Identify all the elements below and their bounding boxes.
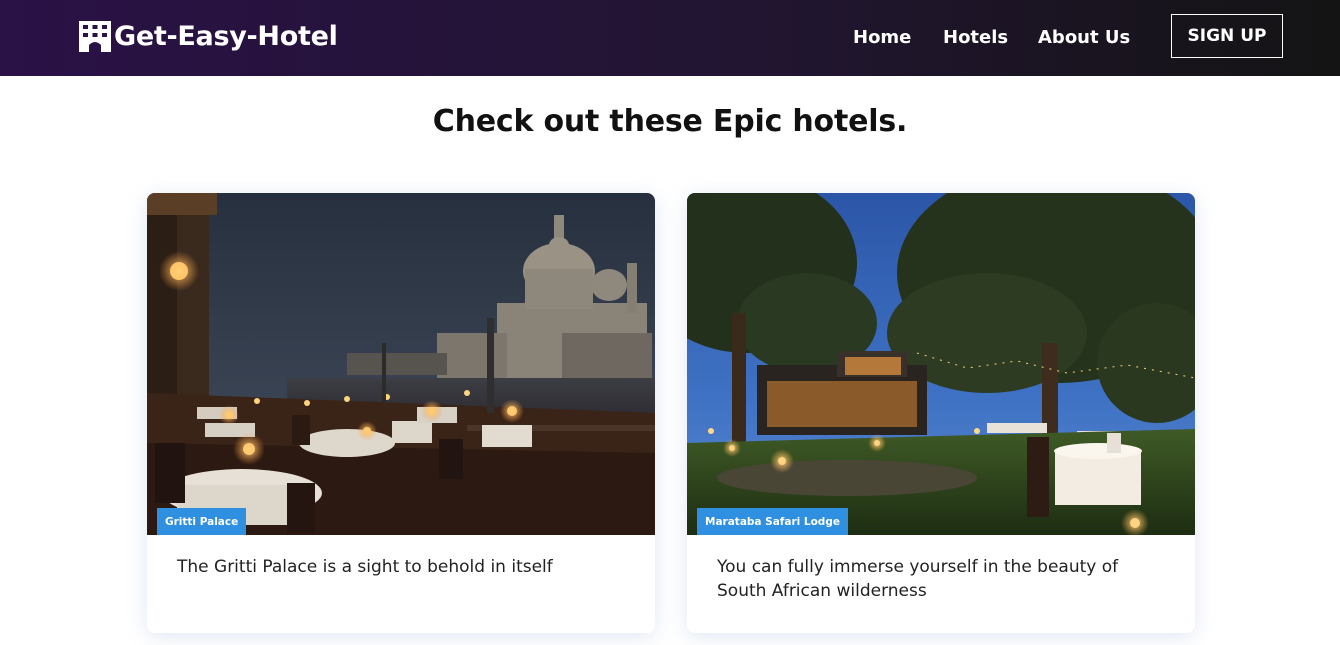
- nav-link-about-us[interactable]: About Us: [1038, 26, 1130, 50]
- brand-logo-link[interactable]: Get-Easy-Hotel: [78, 18, 338, 54]
- brand-name: Get-Easy-Hotel: [114, 20, 338, 52]
- hotel-photo-safari-lodge: [687, 193, 1195, 535]
- hotel-card-marataba-safari-lodge[interactable]: Marataba Safari Lodge You can fully imme…: [687, 193, 1195, 633]
- hotel-description: You can fully immerse yourself in the be…: [717, 557, 1119, 601]
- navbar: Get-Easy-Hotel Home Hotels About Us SIGN…: [0, 0, 1340, 76]
- hotel-photo-venice: [147, 193, 655, 535]
- hotel-card-gritti-palace[interactable]: Gritti Palace The Gritti Palace is a sig…: [147, 193, 655, 633]
- hotel-building-icon: [79, 21, 111, 52]
- hotel-name-tag: Gritti Palace: [157, 508, 247, 535]
- hotel-description: The Gritti Palace is a sight to behold i…: [177, 557, 553, 577]
- sign-up-button[interactable]: SIGN UP: [1171, 14, 1283, 58]
- nav-link-home[interactable]: Home: [853, 26, 911, 50]
- page-title: Check out these Epic hotels.: [432, 104, 908, 139]
- hotel-name-tag: Marataba Safari Lodge: [697, 508, 848, 535]
- nav-link-hotels[interactable]: Hotels: [943, 26, 1008, 50]
